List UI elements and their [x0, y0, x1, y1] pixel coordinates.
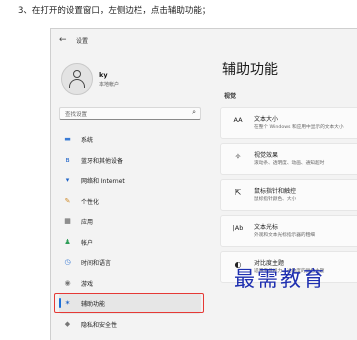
sidebar-item[interactable]: ◉ 游戏 — [59, 273, 201, 294]
card-subtitle: 滚动条、透明度、动画、通知超时 — [254, 161, 325, 166]
sidebar-item[interactable]: ʙ 蓝牙和其他设备 — [59, 150, 201, 171]
wifi-icon: ▾ — [65, 176, 70, 184]
sidebar-item-label: 蓝牙和其他设备 — [81, 157, 124, 165]
brush-icon: ✎ — [64, 196, 71, 205]
sidebar: ky 本地帐户 查找设置 ⌕ ▬ 系统 ʙ 蓝牙和其他设备 ▾ 网络和 Internet ✎… — [51, 51, 209, 340]
sidebar-item[interactable]: ▦ 应用 — [59, 211, 201, 232]
avatar-head-icon — [73, 70, 81, 78]
shield-icon: ◆ — [64, 319, 71, 328]
sidebar-item-label: 帐户 — [81, 239, 94, 247]
card-subtitle: 鼠标指针颜色、大小 — [254, 197, 297, 202]
sidebar-item[interactable]: ✶ 辅助功能 — [54, 293, 204, 314]
accessibility-icon: ✶ — [64, 299, 71, 307]
user-profile[interactable]: ky 本地帐户 — [61, 61, 201, 97]
search-icon: ⌕ — [192, 108, 196, 116]
card-title: 文本光标 — [254, 224, 279, 231]
pointer-icon: ⇱ — [234, 188, 242, 197]
sidebar-item[interactable]: ▬ 系统 — [59, 129, 201, 150]
title-bar: ← 设置 — [51, 29, 357, 51]
setting-card[interactable]: |Ab 文本光标外观和文本光标指示器的粗细 — [220, 215, 357, 247]
window-title: 设置 — [76, 38, 89, 45]
text-size-icon: AA — [233, 116, 243, 124]
sidebar-item-label: 游戏 — [81, 280, 94, 288]
sidebar-item-label: 隐私和安全性 — [81, 321, 118, 329]
search-input[interactable]: 查找设置 ⌕ — [59, 107, 201, 120]
search-placeholder: 查找设置 — [65, 112, 88, 118]
sidebar-item[interactable]: ◆ 隐私和安全性 — [59, 314, 201, 335]
sidebar-item-label: 应用 — [81, 219, 94, 226]
back-arrow-icon[interactable]: ← — [59, 35, 67, 45]
sparkle-icon: ✧ — [234, 152, 242, 161]
card-subtitle: 外观和文本光标指示器的粗细 — [254, 233, 315, 238]
avatar-body-icon — [69, 79, 85, 88]
setting-card[interactable]: ✧ 视觉效果滚动条、透明度、动画、通知超时 — [220, 143, 357, 175]
setting-card[interactable]: AA 文本大小在整个 Windows 和应用中显示的文本大小 — [220, 107, 357, 139]
setting-card[interactable]: ⇱ 鼠标指针和触控 鼠标指针颜色、大小 — [220, 179, 357, 211]
instruction-text: 3、在打开的设置窗口，左侧边栏，点击辅助功能； — [18, 6, 211, 16]
sidebar-item[interactable]: ◷ 时间和语言 — [59, 252, 201, 273]
sidebar-item-label: 辅助功能 — [81, 301, 106, 308]
account-type: 本地帐户 — [99, 82, 120, 88]
sidebar-item-label: 系统 — [81, 137, 94, 144]
globe-clock-icon: ◷ — [64, 258, 71, 266]
card-title: 视觉效果 — [254, 152, 279, 159]
sidebar-nav: ▬ 系统 ʙ 蓝牙和其他设备 ▾ 网络和 Internet ✎ 个性化 ▦ 应用 ♟ 帐户 ◷ 时间和语言… — [54, 129, 205, 335]
sidebar-item[interactable]: ♟ 帐户 — [59, 232, 201, 253]
monitor-icon: ▬ — [64, 135, 71, 143]
card-title: 文本大小 — [254, 116, 279, 123]
watermark: 最需教育 — [234, 267, 326, 291]
section-label: 视觉 — [224, 93, 237, 100]
text-cursor-icon: |Ab — [232, 224, 244, 232]
sidebar-item[interactable]: ✎ 个性化 — [59, 191, 201, 212]
gamepad-icon: ◉ — [64, 278, 71, 287]
page-title: 辅助功能 — [222, 62, 278, 78]
person-icon: ♟ — [64, 237, 71, 246]
apps-icon: ▦ — [64, 217, 71, 225]
highlight-box — [54, 293, 204, 313]
bluetooth-icon: ʙ — [65, 155, 70, 164]
user-name: ky — [99, 71, 108, 79]
settings-window: ← 设置 ky 本地帐户 查找设置 ⌕ ▬ 系统 ʙ 蓝牙和其他设备 ▾ 网络和 Inte… — [50, 28, 357, 340]
sidebar-item-label: 网络和 Internet — [81, 178, 125, 185]
sidebar-item-label: 个性化 — [81, 198, 100, 206]
sidebar-item[interactable]: ▾ 网络和 Internet — [59, 170, 201, 191]
card-title: 鼠标指针和触控 — [254, 188, 297, 195]
avatar — [61, 63, 93, 95]
card-subtitle: 在整个 Windows 和应用中显示的文本大小 — [254, 125, 344, 130]
main-content: 辅助功能 视觉 AA 文本大小在整个 Windows 和应用中显示的文本大小 ✧ 视觉… — [214, 51, 357, 340]
sidebar-item-label: 时间和语言 — [81, 260, 112, 267]
